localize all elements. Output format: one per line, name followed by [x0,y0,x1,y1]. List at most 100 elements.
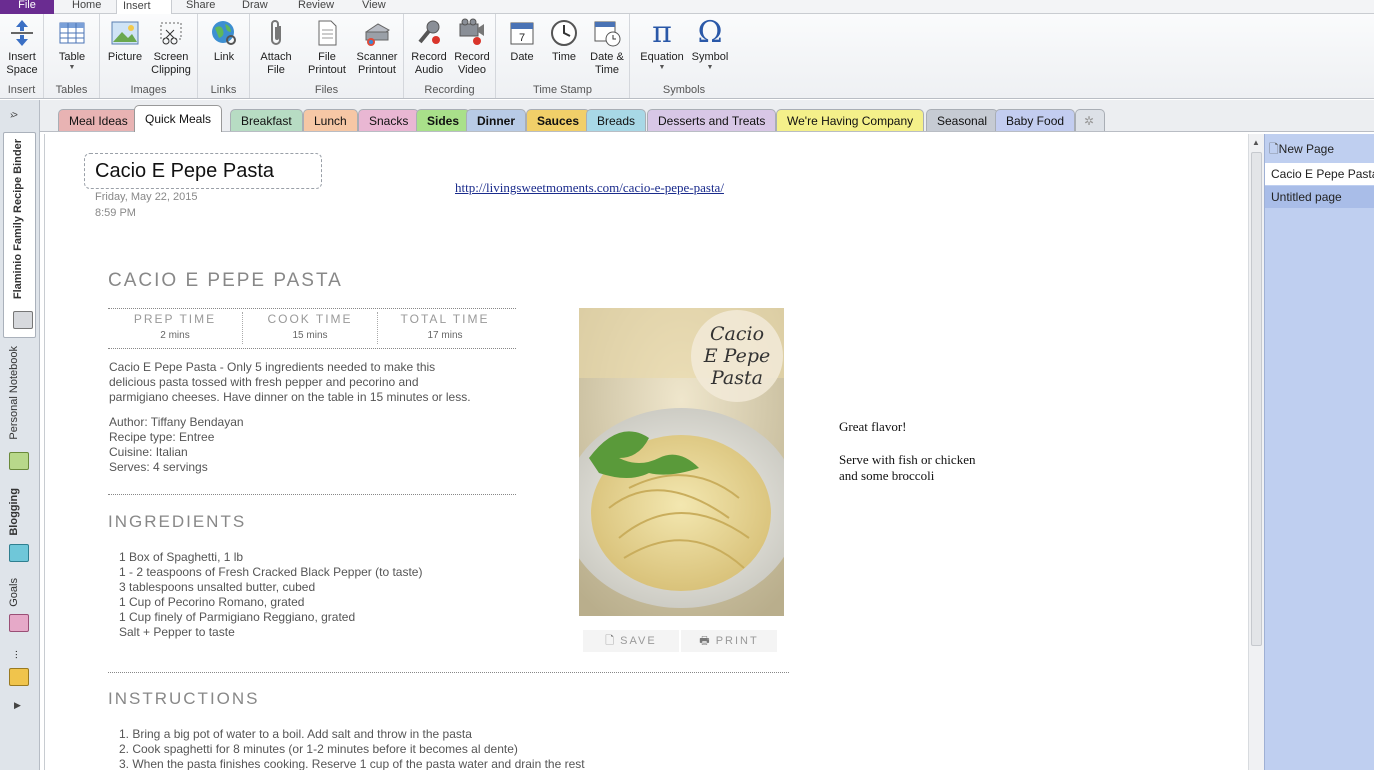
group-label-recording: Recording [424,84,475,96]
tab-lunch[interactable]: Lunch [303,109,358,131]
group-recording: Record Audio Record Video Recording [404,14,496,98]
attach-file-button[interactable]: Attach File [254,18,298,77]
page-list: 🗋New Page Cacio E Pepe Pasta Untitled pa… [1264,134,1374,770]
photo-caption: Pasta [710,367,763,389]
note-text[interactable]: Serve with fish or chicken [839,452,975,468]
page-canvas[interactable]: Cacio E Pepe Pasta Friday, May 22, 2015 … [44,134,1248,770]
prep-time: PREP TIME 2 mins [108,312,242,341]
symbol-button[interactable]: Ω Symbol ▼ [688,18,732,72]
tab-seasonal[interactable]: Seasonal [926,109,999,131]
notebook-personal[interactable]: Personal Notebook [8,346,20,440]
tab-view[interactable]: View [356,0,392,14]
tab-quick-meals[interactable]: Quick Meals [134,105,223,132]
scanner-icon [365,23,390,46]
page-time: 8:59 PM [95,207,136,219]
cook-time: COOK TIME 15 mins [243,312,377,341]
scrollbar-thumb[interactable] [1251,152,1262,646]
group-label-tables: Tables [55,84,88,96]
list-item: 1 Box of Spaghetti, 1 lb [119,550,244,564]
scroll-up-icon[interactable]: ▲ [1252,138,1260,147]
group-label-files: Files [314,84,339,96]
tab-draw[interactable]: Draw [236,0,274,14]
table-button[interactable]: Table ▼ [52,18,92,72]
picture-icon [111,21,139,45]
cook-time-label: COOK TIME [267,312,353,326]
page-title[interactable]: Cacio E Pepe Pasta [95,160,274,183]
tab-meal-ideas[interactable]: Meal Ideas [58,109,139,131]
save-button[interactable]: 🗋 SAVE [583,630,679,652]
scanner-printout-button[interactable]: Scanner Printout [352,18,402,77]
insert-space-icon [11,20,33,46]
tab-sauces[interactable]: Sauces [526,109,591,131]
tab-insert[interactable]: Insert [116,0,172,15]
divider [108,348,516,349]
tab-home[interactable]: Home [66,0,107,14]
list-item: 1. Bring a big pot of water to a boil. A… [119,727,472,741]
link-button[interactable]: Link [204,18,244,64]
photo-caption: Cacio [710,323,764,345]
group-label-images: Images [130,84,167,96]
record-video-button[interactable]: Record Video [450,18,494,77]
calendar-clock-icon [594,21,621,47]
tab-baby-food[interactable]: Baby Food [995,109,1076,131]
equation-button[interactable]: π Equation ▼ [636,18,688,72]
screen-clipping-button[interactable]: Screen Clipping [146,18,196,77]
list-item: 1 Cup of Pecorino Romano, grated [119,595,305,609]
page-item-cacio-e-pepe[interactable]: Cacio E Pepe Pasta [1265,163,1374,185]
insert-space-button[interactable]: Insert Space [4,18,40,77]
pasta-photo-image: Cacio E Pepe Pasta [579,308,784,616]
source-link[interactable]: http://livingsweetmoments.com/cacio-e-pe… [455,180,724,196]
group-label-insert: Insert [7,84,36,96]
group-label-time-stamp: Time Stamp [533,84,592,96]
tab-share[interactable]: Share [180,0,221,14]
file-printout-button[interactable]: File Printout [304,18,350,77]
date-time-button[interactable]: Date & Time [586,18,628,77]
tab-sides[interactable]: Sides [416,109,471,131]
expand-arrow-icon[interactable]: ▶ [14,700,21,711]
print-button[interactable]: 🖶 PRINT [681,630,777,652]
new-page-button[interactable]: 🗋New Page [1265,138,1374,160]
group-files: Attach File File Printout Scanner Printo… [250,14,404,98]
tab-review[interactable]: Review [292,0,340,14]
notebook-sidebar: > Flaminio Family Recipe Binder Personal… [0,100,40,770]
notebook-more[interactable]: ... [8,650,20,659]
ingredients-list: 1 Box of Spaghetti, 1 lb 1 - 2 teaspoons… [119,550,422,640]
tab-desserts-and-treats[interactable]: Desserts and Treats [647,109,777,131]
notebook-goals[interactable]: Goals [8,578,20,607]
page-item-untitled[interactable]: Untitled page [1265,186,1374,208]
notebook-blogging[interactable]: Blogging [8,488,20,536]
prep-time-value: 2 mins [160,330,190,341]
divider [108,308,516,309]
page-title-box[interactable]: Cacio E Pepe Pasta [84,153,322,189]
photo-caption: E Pepe [703,345,771,367]
record-audio-button[interactable]: Record Audio [408,18,450,77]
ribbon-tab-row: File Home Insert Share Draw Review View [0,0,1374,15]
chevron-right-icon[interactable]: › [10,110,13,121]
cook-time-value: 15 mins [292,330,328,341]
new-section-icon[interactable]: ✲ [1075,109,1105,131]
note-text[interactable]: Great flavor! [839,419,907,435]
time-button[interactable]: Time [544,18,584,64]
tab-snacks[interactable]: Snacks [358,109,420,131]
notebook-icon [13,311,33,329]
tab-breakfast[interactable]: Breakfast [230,109,303,131]
notebook-flaminio[interactable]: Flaminio Family Recipe Binder [3,132,36,338]
tab-file[interactable]: File [0,0,54,14]
group-label-symbols: Symbols [662,84,706,96]
date-button[interactable]: 7 Date [502,18,542,64]
tab-were-having-company[interactable]: We're Having Company [776,109,925,131]
document-icon: 🗋 [605,635,615,647]
note-text[interactable]: and some broccoli [839,468,934,484]
divider [108,672,789,673]
notebook-icon [9,668,29,686]
pi-icon: π [652,15,672,50]
recipe-photo: Cacio E Pepe Pasta [579,308,784,616]
tab-dinner[interactable]: Dinner [466,109,527,131]
calendar-icon: 7 [510,22,534,45]
vertical-scrollbar[interactable]: ▲ [1248,134,1264,770]
tab-breads[interactable]: Breads [586,109,647,131]
ribbon: Insert Space Insert Table ▼ Tables Pictu… [0,14,1374,99]
picture-button[interactable]: Picture [104,18,146,64]
list-item: 3 tablespoons unsalted butter, cubed [119,580,316,594]
list-item: 2. Cook spaghetti for 8 minutes (or 1-2 … [119,742,518,756]
